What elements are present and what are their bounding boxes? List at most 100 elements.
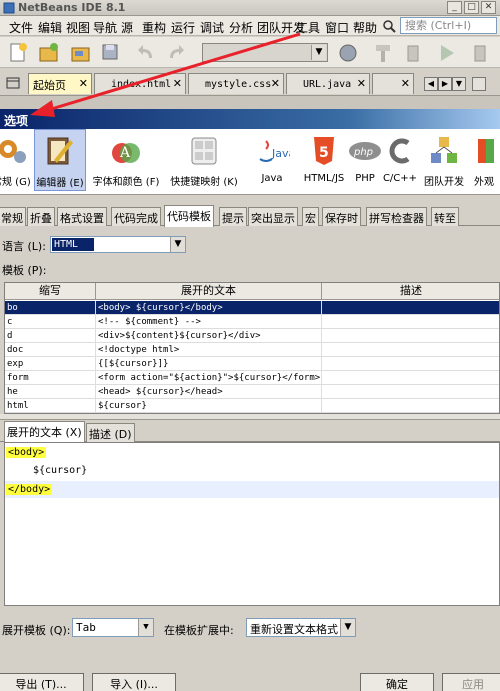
menu-bar: 文件 编辑 视图 导航 源 重构 运行 调试 分析 团队开发 工具 窗口 帮助 …: [0, 16, 500, 36]
clean-build-icon[interactable]: [402, 42, 424, 64]
on-expand-select[interactable]: 重新设置文本格式 ▼: [246, 618, 356, 637]
column-abbreviation[interactable]: 缩写: [5, 283, 96, 300]
search-input[interactable]: 搜索 (Ctrl+I): [400, 17, 497, 34]
close-icon[interactable]: ✕: [357, 77, 366, 90]
open-project-icon[interactable]: [70, 42, 92, 64]
menu-edit[interactable]: 编辑: [38, 19, 62, 36]
tab-highlighting[interactable]: 突出显示: [248, 207, 298, 226]
tab-hints[interactable]: 提示: [219, 207, 247, 226]
tab-code-completion[interactable]: 代码完成: [111, 207, 161, 226]
tab-url-java[interactable]: URL.java ✕: [286, 73, 370, 94]
tab-overflow[interactable]: ✕: [372, 73, 414, 94]
tab-list-button[interactable]: ▼: [452, 77, 466, 91]
editor-icon: [47, 137, 73, 165]
menu-navigate[interactable]: 导航: [93, 19, 117, 36]
fonts-colors-icon: A: [112, 143, 140, 163]
scroll-tabs-left-button[interactable]: ◀: [424, 77, 438, 91]
category-team[interactable]: 团队开发: [420, 129, 468, 191]
table-row[interactable]: doc <!doctype html>: [5, 343, 499, 357]
menu-help[interactable]: 帮助: [353, 19, 377, 36]
tab-description[interactable]: 描述 (D): [86, 423, 135, 442]
tab-on-save[interactable]: 保存时: [322, 207, 361, 226]
language-select[interactable]: HTML ▼: [50, 236, 186, 253]
template-code-editor[interactable]: <body> ${cursor} </body>: [4, 442, 500, 606]
scroll-tabs-right-button[interactable]: ▶: [438, 77, 452, 91]
maximize-editor-button[interactable]: [472, 77, 486, 91]
tab-index-html[interactable]: index.html ✕: [94, 73, 186, 94]
chevron-down-icon: ▼: [340, 619, 355, 636]
menu-profile[interactable]: 分析: [229, 19, 253, 36]
menu-view[interactable]: 视图: [66, 19, 90, 36]
close-icon[interactable]: ✕: [271, 77, 280, 90]
configuration-select[interactable]: ▼: [202, 43, 328, 62]
table-row[interactable]: bo <body> ${cursor}</body>: [5, 301, 499, 315]
apply-button[interactable]: 应用: [442, 673, 500, 691]
table-horizontal-scrollbar[interactable]: [0, 414, 500, 420]
templates-table[interactable]: 缩写 展开的文本 描述 bo <body> ${cursor}</body> c…: [4, 282, 500, 414]
tab-spellchecker[interactable]: 拼写检查器: [366, 207, 427, 226]
column-description[interactable]: 描述: [322, 283, 499, 300]
current-line-highlight: [5, 481, 499, 498]
column-expanded-text[interactable]: 展开的文本: [96, 283, 322, 300]
category-keymap[interactable]: 快捷键映射 (K): [166, 129, 242, 191]
run-icon[interactable]: [436, 42, 458, 64]
import-button[interactable]: 导入 (I)...: [92, 673, 176, 691]
tab-folding[interactable]: 折叠: [27, 207, 55, 226]
tab-formatting[interactable]: 格式设置: [57, 207, 107, 226]
build-hammer-icon[interactable]: [372, 42, 394, 64]
menu-file[interactable]: 文件: [9, 19, 33, 36]
undo-icon[interactable]: [136, 42, 158, 64]
save-all-icon[interactable]: [100, 42, 122, 64]
window-list-icon[interactable]: [6, 77, 20, 89]
close-icon[interactable]: ✕: [173, 77, 182, 90]
table-row[interactable]: d <div>${content}${cursor}</div>: [5, 329, 499, 343]
redo-icon[interactable]: [164, 42, 186, 64]
close-icon[interactable]: ✕: [79, 77, 88, 90]
tab-general[interactable]: 常规: [0, 207, 26, 226]
category-general[interactable]: 常规 (G): [0, 129, 32, 191]
menu-run[interactable]: 运行: [171, 19, 195, 36]
table-row[interactable]: form <form action="${action}">${cursor}<…: [5, 371, 499, 385]
tab-expanded-text[interactable]: 展开的文本 (X): [4, 421, 85, 443]
tab-goto[interactable]: 转至: [431, 207, 459, 226]
java-icon: Java: [259, 140, 290, 162]
category-cpp[interactable]: C/C++: [382, 129, 418, 191]
category-html-js[interactable]: 5 HTML/JS: [300, 129, 348, 191]
table-row[interactable]: c <!-- ${comment} -->: [5, 315, 499, 329]
templates-label: 模板 (P):: [2, 264, 47, 277]
cpp-icon: [389, 138, 410, 164]
menu-refactor[interactable]: 重构: [142, 19, 166, 36]
close-icon[interactable]: ✕: [401, 77, 410, 90]
tab-start-page[interactable]: 起始页 ✕: [28, 73, 92, 94]
export-button[interactable]: 导出 (T)...: [0, 673, 84, 691]
tab-code-templates[interactable]: 代码模板: [164, 205, 214, 227]
table-row[interactable]: html ${cursor}: [5, 399, 499, 413]
new-project-icon[interactable]: [38, 42, 60, 64]
menu-debug[interactable]: 调试: [200, 19, 224, 36]
tab-macros[interactable]: 宏: [302, 207, 319, 226]
tab-mystyle-css[interactable]: mystyle.css ✕: [188, 73, 284, 94]
globe-icon[interactable]: [338, 42, 360, 64]
maximize-button[interactable]: □: [464, 1, 479, 14]
table-row[interactable]: exp {[${cursor}]}: [5, 357, 499, 371]
table-row[interactable]: he <head> ${cursor}</head>: [5, 385, 499, 399]
category-appearance[interactable]: 外观: [470, 129, 500, 191]
keyboard-icon: [191, 137, 217, 165]
ok-button[interactable]: 确定: [360, 673, 434, 691]
language-label: 语言 (L):: [2, 240, 46, 253]
debug-icon[interactable]: [470, 42, 492, 64]
category-fonts-colors[interactable]: A 字体和颜色 (F): [90, 129, 162, 191]
new-file-icon[interactable]: [8, 42, 30, 64]
options-category-bar: 常规 (G) 编辑器 (E) A 字体和颜色 (F) 快捷键映射 (K) Jav…: [0, 129, 500, 195]
category-php[interactable]: php PHP: [348, 129, 382, 191]
category-editor[interactable]: 编辑器 (E): [34, 129, 86, 191]
category-java[interactable]: Java Java: [246, 129, 298, 191]
menu-window[interactable]: 窗口: [325, 19, 349, 36]
expand-template-select[interactable]: Tab ▼: [72, 618, 154, 637]
search-icon[interactable]: [382, 19, 398, 33]
minimize-button[interactable]: _: [447, 1, 462, 14]
on-expand-label: 在模板扩展中:: [164, 624, 234, 637]
menu-source[interactable]: 源: [121, 19, 133, 36]
close-button[interactable]: ✕: [481, 1, 496, 14]
menu-tools[interactable]: 工具: [296, 19, 320, 36]
